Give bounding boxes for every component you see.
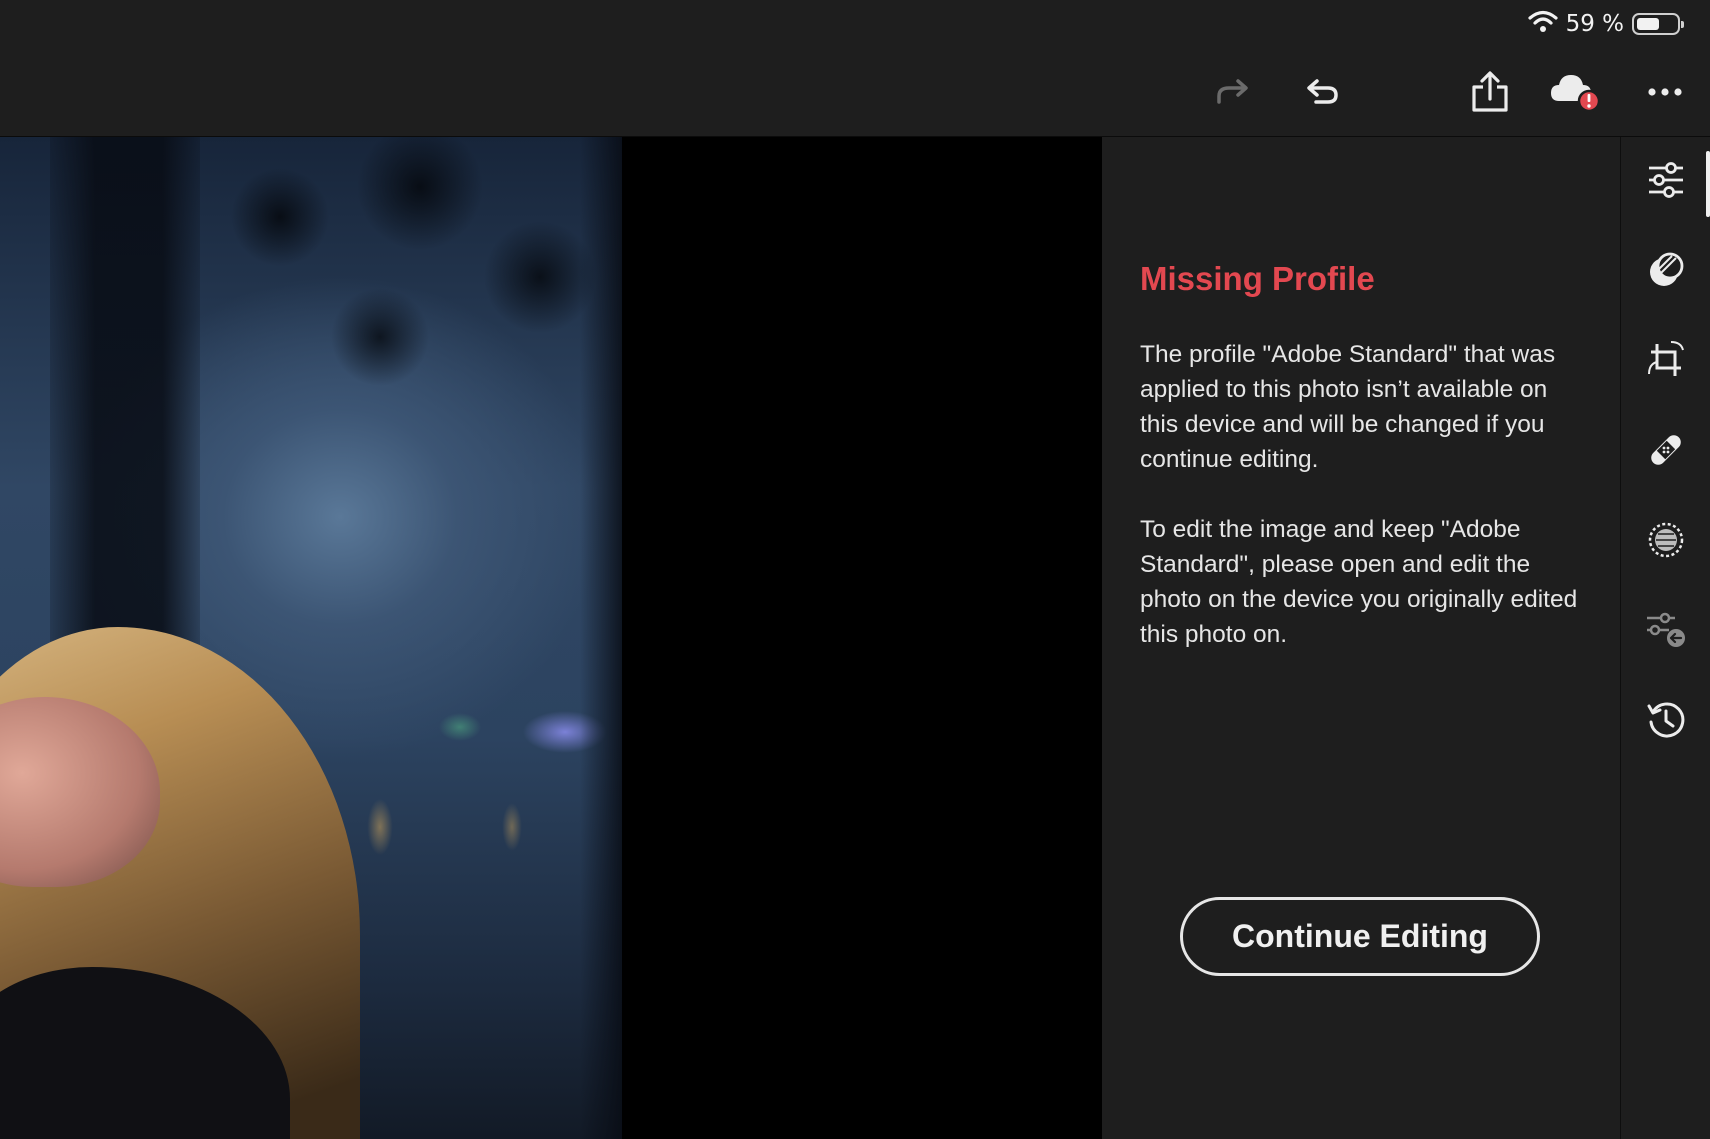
rail-presets-button[interactable]	[1636, 242, 1696, 302]
lightroom-app: 59 % Missing Profile The profile "Adobe …	[0, 0, 1710, 1139]
share-button[interactable]	[1460, 62, 1520, 122]
rail-crop-button[interactable]	[1636, 332, 1696, 392]
redo-button[interactable]	[1203, 62, 1263, 122]
rail-versions-button[interactable]	[1636, 602, 1696, 662]
masking-icon	[1646, 520, 1686, 564]
missing-profile-panel: Missing Profile The profile "Adobe Stand…	[1102, 137, 1620, 1139]
panel-message-2: To edit the image and keep "Adobe Standa…	[1140, 516, 1578, 648]
panel-message-1: The profile "Adobe Standard" that was ap…	[1140, 341, 1556, 473]
cloud-sync-button[interactable]	[1546, 62, 1606, 122]
cloud-sync-error-icon	[1549, 71, 1603, 113]
rail-healing-button[interactable]	[1636, 422, 1696, 482]
healing-icon	[1646, 430, 1686, 474]
edit-tools-rail	[1620, 137, 1710, 1139]
battery-icon	[1632, 13, 1684, 35]
rail-history-button[interactable]	[1636, 692, 1696, 752]
top-toolbar	[0, 48, 1710, 137]
share-icon	[1470, 71, 1510, 113]
rail-masking-button[interactable]	[1636, 512, 1696, 572]
rail-active-indicator	[1706, 151, 1710, 217]
status-indicators: 59 %	[1527, 8, 1684, 40]
photo-preview	[0, 137, 622, 1139]
more-options-button[interactable]	[1635, 62, 1695, 122]
continue-editing-button[interactable]: Continue Editing	[1180, 897, 1540, 976]
redo-icon	[1213, 76, 1253, 108]
undo-button[interactable]	[1292, 62, 1352, 122]
more-icon	[1647, 87, 1683, 97]
panel-title: Missing Profile	[1140, 260, 1375, 297]
status-bar: 59 %	[0, 0, 1710, 48]
versions-icon	[1645, 610, 1687, 654]
history-icon	[1646, 700, 1686, 744]
rail-adjust-button[interactable]	[1636, 152, 1696, 212]
battery-percent: 59 %	[1565, 11, 1624, 37]
adjust-sliders-icon	[1647, 162, 1685, 202]
wifi-icon	[1527, 9, 1558, 39]
photo-canvas[interactable]	[0, 137, 1102, 1139]
undo-icon	[1302, 76, 1342, 108]
presets-icon	[1646, 250, 1686, 294]
crop-icon	[1647, 340, 1685, 384]
